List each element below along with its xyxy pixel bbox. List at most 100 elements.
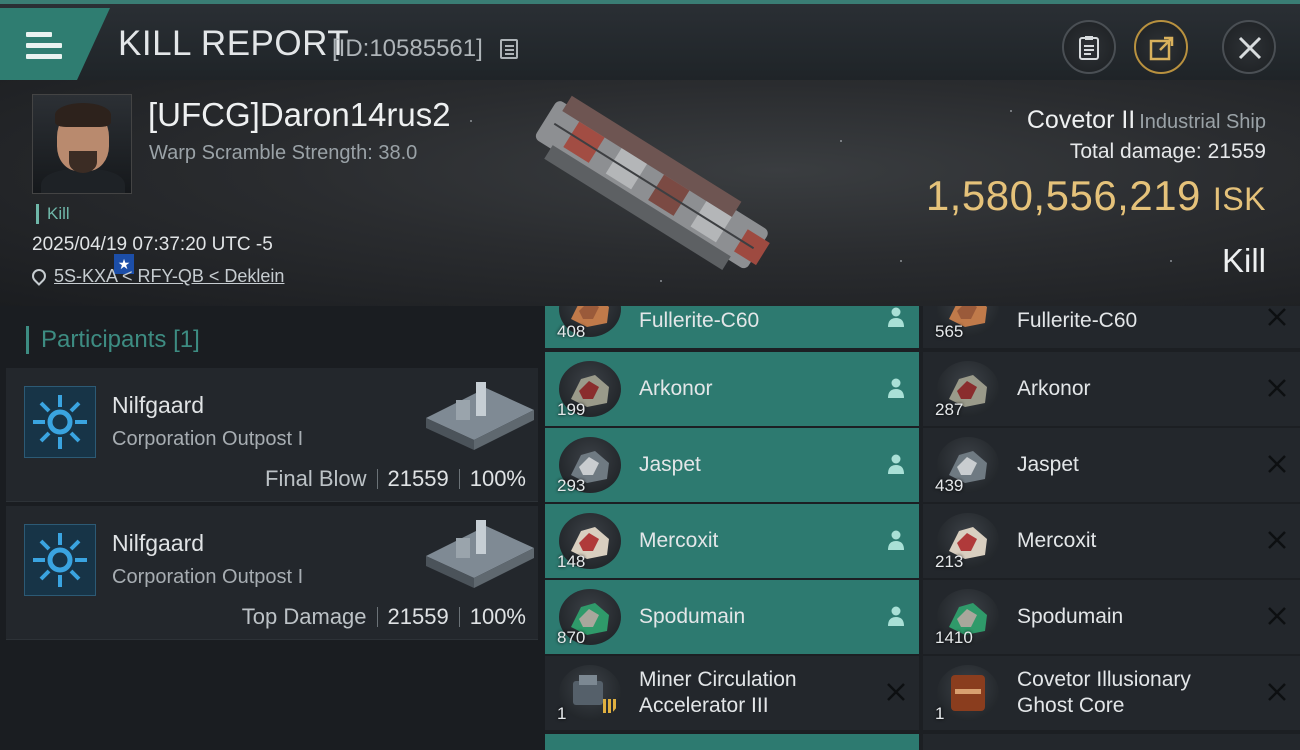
page-title: KILL REPORT [118,24,350,63]
participant-damage: 21559 [387,604,449,629]
ship-class: Industrial Ship [1139,111,1266,133]
item-row-right[interactable]: 287 Arkonor [923,352,1300,426]
item-row-left[interactable]: 1 Miner Circulation Accelerator III [545,656,919,730]
item-name: Jaspet [639,453,701,476]
kill-tag: Kill [36,204,70,224]
item-name: Covetor Illusionary Ghost Core [1017,668,1191,717]
corporation-logo-icon [24,386,96,458]
item-name: Spodumain [1017,605,1124,628]
item-row-right[interactable]: 213 Mercoxit [923,504,1300,578]
item-name: Spodumain [639,605,746,628]
warp-scramble-strength: Warp Scramble Strength: 38.0 [149,142,418,164]
ship-name[interactable]: Covetor II [1027,106,1135,134]
item-row-right[interactable]: 1410 Spodumain [923,580,1300,654]
item-quantity: 293 [557,476,586,495]
participants-title: Participants [1] [26,326,200,354]
total-damage-value: 21559 [1207,140,1266,163]
item-row-left[interactable]: 199 Arkonor [545,352,919,426]
destroyed-x-icon [1266,377,1288,399]
item-row-left[interactable]: 870 Spodumain [545,580,919,654]
item-row-left[interactable]: 408 Fullerite-C60 [545,306,919,348]
participant-name: Nilfgaard [112,530,205,556]
share-button[interactable] [1134,20,1188,74]
destroyed-x-icon [1266,453,1288,475]
participant-row[interactable]: Nilfgaard Corporation Outpost I Top Dama… [6,506,538,640]
clipboard-button[interactable] [1062,20,1116,74]
item-name: Mercoxit [639,529,719,552]
victim-panel: ★ [UFCG]Daron14rus2 Warp Scramble Streng… [0,80,1300,306]
participants-panel: Participants [1] Nilfgaard Corporation O… [0,306,545,750]
total-damage-line: Total damage: 21559 [1070,140,1266,164]
location-pin-icon [29,266,49,286]
person-icon [885,306,907,328]
ship-image [535,95,770,270]
items-grid: 408 Fullerite-C60 199 Arkonor 293 Jaspet 148 Me… [545,306,1300,750]
item-quantity: 1 [557,704,567,723]
destroyed-x-icon [1266,529,1288,551]
destroyed-x-icon [1266,306,1288,328]
item-icon [937,665,999,721]
menu-button[interactable] [0,8,110,80]
item-name: Fullerite-C60 [639,309,760,332]
hamburger-icon [26,32,62,60]
participants-count: [1] [173,326,200,353]
item-row-left[interactable]: 293 Jaspet [545,428,919,502]
item-name: Fullerite-C60 [1017,309,1138,332]
item-row-right[interactable]: 1 Covetor Illusionary Ghost Core [923,656,1300,730]
item-name: Arkonor [1017,377,1091,400]
destroyed-x-icon [1266,681,1288,703]
item-quantity: 408 [557,322,586,341]
title-bar: KILL REPORT [ID:10585561] [0,0,1300,80]
corporation-logo-icon [24,524,96,596]
isk-value-line: 1,580,556,219 ISK [926,172,1266,220]
item-row-partial[interactable] [923,734,1300,750]
kill-datetime: 2025/04/19 07:37:20 UTC -5 [32,234,273,255]
outpost-image [426,382,534,450]
person-icon [885,377,907,399]
isk-value: 1,580,556,219 [925,172,1201,219]
item-name: Jaspet [1017,453,1079,476]
item-name: Arkonor [639,377,713,400]
participant-percent: 100% [469,466,526,491]
person-icon [885,529,907,551]
item-row-partial[interactable] [545,734,919,750]
pilot-name[interactable]: [UFCG]Daron14rus2 [148,96,451,134]
destroyed-x-icon [885,681,907,703]
total-damage-label: Total damage: [1069,140,1202,163]
participant-stats: Final Blow 21559 100% [265,466,526,492]
participant-damage: 21559 [387,466,449,491]
item-name: Miner Circulation Accelerator III [639,668,797,717]
item-quantity: 870 [557,628,586,647]
item-row-right[interactable]: 565 Fullerite-C60 [923,306,1300,348]
clipboard-icon [1079,36,1099,60]
result-label: Kill [1221,242,1266,279]
item-quantity: 199 [557,400,586,419]
item-quantity: 148 [557,552,586,571]
item-quantity: 439 [935,476,964,495]
destroyed-x-icon [1266,605,1288,627]
person-icon [885,453,907,475]
pilot-portrait[interactable] [32,94,132,194]
participant-stats: Top Damage 21559 100% [242,604,526,630]
ship-name-line: Covetor II Industrial Ship [1027,106,1266,135]
outpost-image [426,520,534,588]
participant-row[interactable]: Nilfgaard Corporation Outpost I Final Bl… [6,368,538,502]
kill-location[interactable]: 5S-KXA < RFY-QB < Deklein [29,266,284,287]
isk-unit: ISK [1212,181,1266,217]
person-icon [885,605,907,627]
close-button[interactable] [1222,20,1276,74]
item-row-right[interactable]: 439 Jaspet [923,428,1300,502]
copy-icon[interactable] [500,39,518,59]
item-name: Mercoxit [1017,529,1097,552]
location-link[interactable]: 5S-KXA < RFY-QB < Deklein [54,266,284,286]
item-quantity: 287 [935,400,964,419]
participant-label: Top Damage [241,604,367,629]
participant-ship: Corporation Outpost I [112,566,304,588]
kill-id: [ID:10585561] [332,35,483,62]
item-icon [559,665,621,721]
item-row-left[interactable]: 148 Mercoxit [545,504,919,578]
share-icon [1149,36,1174,61]
participants-title-label: Participants [41,326,167,353]
item-quantity: 1 [935,704,945,723]
item-quantity: 213 [935,552,964,571]
